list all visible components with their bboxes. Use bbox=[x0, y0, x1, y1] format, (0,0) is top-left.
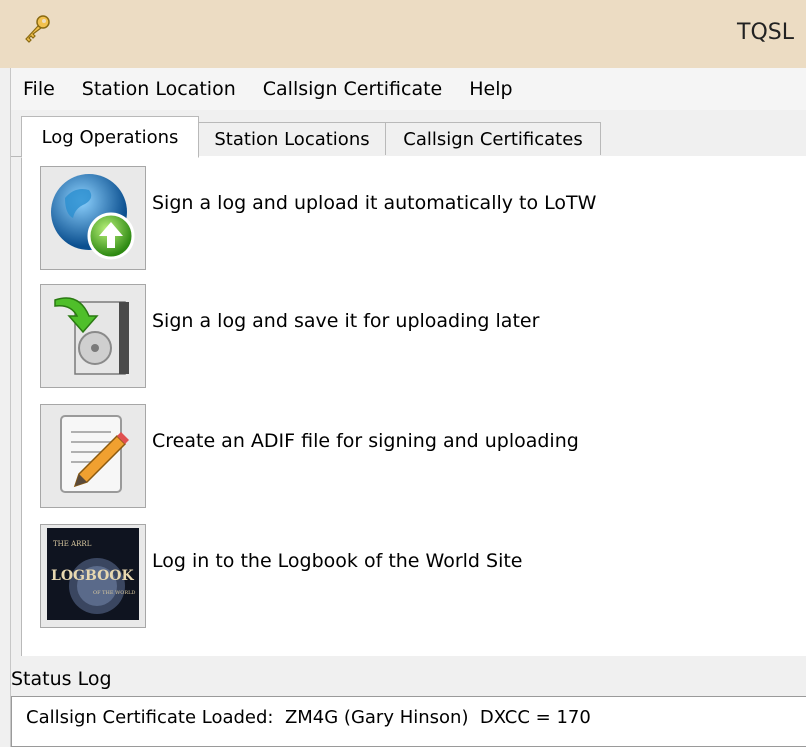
menu-bar: File Station Location Callsign Certifica… bbox=[11, 68, 806, 110]
logbook-icon-top-text: THE ARRL bbox=[53, 540, 92, 548]
create-adif-button[interactable] bbox=[40, 404, 146, 508]
key-icon bbox=[22, 14, 52, 44]
logbook-icon-main-text: LOGBOOK bbox=[51, 568, 134, 584]
operation-row-adif: Create an ADIF file for signing and uplo… bbox=[40, 402, 579, 510]
tab-log-operations[interactable]: Log Operations bbox=[21, 116, 199, 158]
status-log-box[interactable]: Callsign Certificate Loaded: ZM4G (Gary … bbox=[11, 696, 806, 747]
log-operations-panel: Sign a log and upload it automatically t… bbox=[21, 156, 806, 656]
operation-row-logbook: THE ARRL LOGBOOK OF THE WORLD Log in to … bbox=[40, 522, 523, 630]
menu-station-location[interactable]: Station Location bbox=[70, 68, 251, 110]
menu-callsign-certificate[interactable]: Callsign Certificate bbox=[251, 68, 457, 110]
logbook-site-label: Log in to the Logbook of the World Site bbox=[152, 550, 523, 572]
status-log-title: Status Log bbox=[11, 668, 112, 690]
create-adif-label: Create an ADIF file for signing and uplo… bbox=[152, 430, 579, 452]
save-log-icon bbox=[45, 286, 141, 386]
edit-document-icon bbox=[45, 406, 141, 506]
logbook-icon: THE ARRL LOGBOOK OF THE WORLD bbox=[45, 526, 141, 626]
tab-strip: Log Operations Station Locations Callsig… bbox=[11, 116, 806, 158]
globe-upload-icon bbox=[45, 168, 141, 268]
tab-callsign-certificates[interactable]: Callsign Certificates bbox=[385, 122, 601, 155]
logbook-site-button[interactable]: THE ARRL LOGBOOK OF THE WORLD bbox=[40, 524, 146, 628]
sign-save-label: Sign a log and save it for uploading lat… bbox=[152, 310, 540, 332]
operation-row-upload: Sign a log and upload it automatically t… bbox=[40, 164, 596, 272]
sign-save-button[interactable] bbox=[40, 284, 146, 388]
menu-file[interactable]: File bbox=[11, 68, 70, 110]
status-log-line: Callsign Certificate Loaded: ZM4G (Gary … bbox=[26, 707, 591, 728]
logbook-icon-bottom-text: OF THE WORLD bbox=[93, 590, 135, 596]
sign-upload-button[interactable] bbox=[40, 166, 146, 270]
window-title: TQSL bbox=[737, 20, 794, 45]
client-area: File Station Location Callsign Certifica… bbox=[10, 68, 806, 747]
operation-row-save: Sign a log and save it for uploading lat… bbox=[40, 282, 539, 390]
tqsl-window: TQSL File Station Location Callsign Cert… bbox=[0, 0, 806, 747]
title-bar: TQSL bbox=[0, 0, 806, 68]
menu-help[interactable]: Help bbox=[457, 68, 527, 110]
sign-upload-label: Sign a log and upload it automatically t… bbox=[152, 192, 597, 214]
status-area: Status Log Callsign Certificate Loaded: … bbox=[11, 660, 806, 747]
tab-station-locations[interactable]: Station Locations bbox=[198, 122, 386, 155]
